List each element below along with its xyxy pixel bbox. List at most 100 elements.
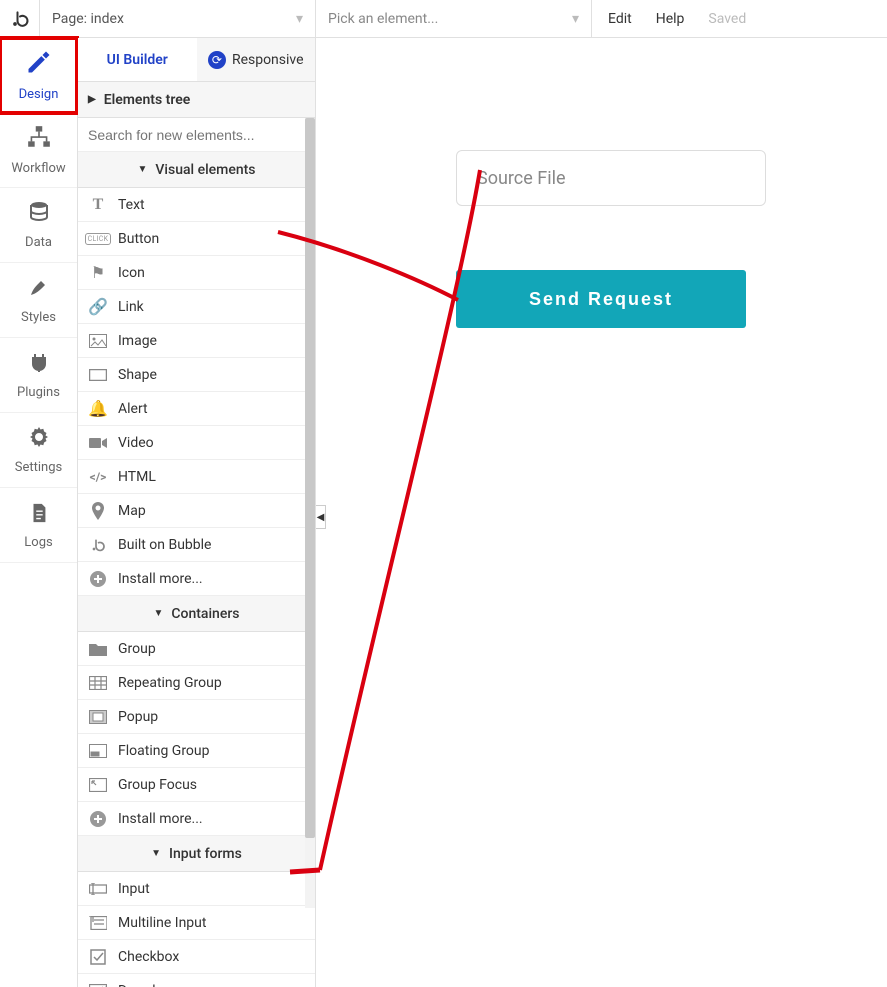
- section-label: Visual elements: [155, 162, 255, 178]
- rail-label: Styles: [21, 310, 56, 325]
- element-picker-dropdown[interactable]: Pick an element... ▾: [316, 0, 592, 38]
- palette-alert[interactable]: 🔔Alert: [78, 392, 315, 426]
- link-icon: 🔗: [88, 297, 108, 316]
- palette-html[interactable]: </>HTML: [78, 460, 315, 494]
- canvas[interactable]: Source File Send Request: [316, 38, 887, 987]
- tab-responsive[interactable]: ⟳ Responsive: [197, 38, 316, 81]
- palette-group-focus[interactable]: Group Focus: [78, 768, 315, 802]
- search-input[interactable]: [88, 127, 305, 143]
- rail-styles[interactable]: Styles: [0, 263, 77, 338]
- palette-label: Dropdown: [118, 983, 182, 987]
- section-containers[interactable]: ▼ Containers: [78, 596, 315, 632]
- plus-icon: [88, 811, 108, 827]
- palette-popup[interactable]: Popup: [78, 700, 315, 734]
- folder-icon: [88, 642, 108, 656]
- bubble-icon: [88, 537, 108, 553]
- bell-icon: 🔔: [88, 399, 108, 418]
- shape-icon: [88, 369, 108, 381]
- element-picker-placeholder: Pick an element...: [328, 11, 438, 27]
- source-file-input[interactable]: Source File: [456, 150, 766, 206]
- dropdown-icon: [88, 984, 108, 987]
- edit-link[interactable]: Edit: [608, 11, 632, 27]
- input-icon: [88, 883, 108, 895]
- top-bar: Page: index ▾ Pick an element... ▾ Edit …: [0, 0, 887, 38]
- workflow-icon: [26, 124, 52, 157]
- rail-label: Logs: [24, 535, 52, 550]
- chevron-down-icon: ▾: [572, 11, 579, 27]
- page-dropdown-label: Page: index: [52, 11, 124, 27]
- panel-collapse-handle[interactable]: ◀: [316, 505, 326, 529]
- rail-plugins[interactable]: Plugins: [0, 338, 77, 413]
- palette-checkbox[interactable]: Checkbox: [78, 940, 315, 974]
- chevron-down-icon: ▾: [296, 11, 303, 27]
- palette-label: Text: [118, 197, 145, 213]
- caret-down-icon: ▼: [153, 608, 163, 619]
- palette-map[interactable]: Map: [78, 494, 315, 528]
- elements-tree-toggle[interactable]: ▶ Elements tree: [78, 82, 315, 118]
- palette-text[interactable]: TText: [78, 188, 315, 222]
- caret-down-icon: ▼: [137, 164, 147, 175]
- palette-floating-group[interactable]: Floating Group: [78, 734, 315, 768]
- section-label: Input forms: [169, 846, 242, 862]
- rail-label: Plugins: [17, 385, 60, 400]
- palette-install-more-containers[interactable]: Install more...: [78, 802, 315, 836]
- palette-label: Button: [118, 231, 159, 247]
- button-icon: CLICK: [88, 233, 108, 245]
- help-link[interactable]: Help: [656, 11, 685, 27]
- palette-label: Group: [118, 641, 156, 657]
- tab-ui-builder[interactable]: UI Builder: [78, 38, 197, 81]
- palette-label: Shape: [118, 367, 157, 383]
- search-row: [78, 118, 315, 152]
- plugins-icon: [27, 350, 51, 381]
- palette-input[interactable]: Input: [78, 872, 315, 906]
- html-icon: </>: [88, 470, 108, 484]
- scrollbar-thumb[interactable]: [305, 118, 315, 838]
- palette-label: Image: [118, 333, 157, 349]
- rail-workflow[interactable]: Workflow: [0, 113, 77, 188]
- focus-icon: [88, 778, 108, 792]
- rail-label: Design: [19, 87, 59, 102]
- plus-icon: [88, 571, 108, 587]
- section-visual-elements[interactable]: ▼ Visual elements: [78, 152, 315, 188]
- palette-group[interactable]: Group: [78, 632, 315, 666]
- palette-repeating-group[interactable]: Repeating Group: [78, 666, 315, 700]
- palette-label: Map: [118, 503, 146, 519]
- float-icon: [88, 744, 108, 758]
- section-input-forms[interactable]: ▼ Input forms: [78, 836, 315, 872]
- palette-label: Video: [118, 435, 154, 451]
- palette-video[interactable]: Video: [78, 426, 315, 460]
- elements-panel: UI Builder ⟳ Responsive ▶ Elements tree …: [78, 38, 316, 987]
- page-dropdown[interactable]: Page: index ▾: [40, 0, 316, 38]
- rail-label: Settings: [15, 460, 62, 475]
- flag-icon: ⚑: [88, 263, 108, 282]
- palette-install-more-visual[interactable]: Install more...: [78, 562, 315, 596]
- data-icon: [27, 200, 51, 231]
- gear-icon: [27, 425, 51, 456]
- bubble-logo[interactable]: [0, 0, 40, 38]
- logs-icon: [28, 501, 50, 531]
- send-request-button[interactable]: Send Request: [456, 270, 746, 328]
- palette-image[interactable]: Image: [78, 324, 315, 358]
- palette-button[interactable]: CLICK Button: [78, 222, 315, 256]
- palette-link[interactable]: 🔗 Link: [78, 290, 315, 324]
- rail-logs[interactable]: Logs: [0, 488, 77, 563]
- design-icon: [25, 48, 53, 83]
- palette-icon[interactable]: ⚑Icon: [78, 256, 315, 290]
- rail-design[interactable]: Design: [0, 38, 77, 113]
- palette-multiline-input[interactable]: Multiline Input: [78, 906, 315, 940]
- caret-right-icon: ▶: [88, 94, 96, 105]
- rail-label: Workflow: [11, 161, 65, 176]
- element-palette: ▼ Visual elements TText CLICK Button ⚑Ico…: [78, 152, 315, 987]
- palette-label: Repeating Group: [118, 675, 222, 691]
- rail-settings[interactable]: Settings: [0, 413, 77, 488]
- palette-label: Link: [118, 299, 144, 315]
- palette-bubble[interactable]: Built on Bubble: [78, 528, 315, 562]
- panel-tabs: UI Builder ⟳ Responsive: [78, 38, 315, 82]
- elements-tree-label: Elements tree: [104, 92, 191, 108]
- rail-label: Data: [25, 235, 52, 250]
- palette-dropdown[interactable]: Dropdown: [78, 974, 315, 987]
- multiline-icon: [88, 916, 108, 930]
- rail-data[interactable]: Data: [0, 188, 77, 263]
- section-label: Containers: [171, 606, 239, 622]
- palette-shape[interactable]: Shape: [78, 358, 315, 392]
